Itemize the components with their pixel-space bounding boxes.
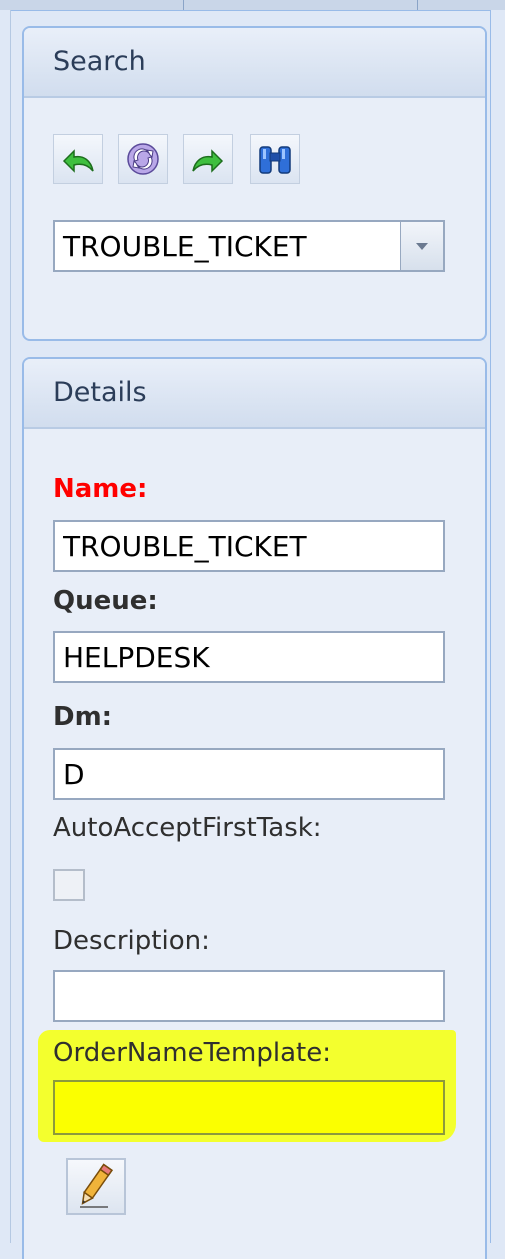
- auto-accept-label: AutoAcceptFirstTask:: [53, 813, 322, 843]
- left-splitter: [0, 10, 11, 1243]
- tab-divider: [183, 0, 184, 10]
- description-field[interactable]: [53, 970, 445, 1022]
- forward-button[interactable]: [183, 134, 233, 184]
- entity-combo[interactable]: TROUBLE_TICKET: [53, 220, 445, 272]
- queue-label: Queue:: [53, 586, 158, 616]
- queue-input[interactable]: [55, 633, 443, 681]
- description-input[interactable]: [55, 972, 443, 1020]
- dm-input[interactable]: [55, 750, 443, 798]
- details-panel-header[interactable]: Details: [24, 359, 485, 429]
- order-name-template-label: OrderNameTemplate:: [53, 1038, 331, 1068]
- dm-label: Dm:: [53, 702, 113, 732]
- chevron-down-icon: [416, 243, 428, 250]
- entity-combo-value: TROUBLE_TICKET: [63, 230, 307, 263]
- name-label: Name:: [53, 474, 148, 504]
- description-label: Description:: [53, 926, 210, 956]
- back-arrow-icon: [62, 149, 94, 173]
- refresh-icon: [127, 143, 159, 175]
- name-input[interactable]: [55, 522, 443, 570]
- top-tab-strip: [0, 0, 505, 11]
- back-button[interactable]: [53, 134, 103, 184]
- binoculars-icon: [259, 146, 291, 174]
- queue-field[interactable]: [53, 631, 445, 683]
- tab-divider: [417, 0, 418, 10]
- forward-arrow-icon: [192, 149, 224, 173]
- refresh-button[interactable]: [118, 134, 168, 184]
- edit-button[interactable]: [66, 1158, 126, 1215]
- pencil-icon: [80, 1163, 113, 1208]
- find-button[interactable]: [250, 134, 300, 184]
- right-splitter: [490, 10, 505, 1243]
- order-name-template-field[interactable]: [53, 1080, 445, 1135]
- dm-field[interactable]: [53, 748, 445, 800]
- search-panel-title: Search: [53, 46, 146, 77]
- details-panel-title: Details: [53, 377, 147, 408]
- name-field[interactable]: [53, 520, 445, 572]
- auto-accept-checkbox[interactable]: [53, 869, 85, 901]
- combo-dropdown-button[interactable]: [400, 222, 443, 270]
- search-panel-header[interactable]: Search: [24, 28, 485, 98]
- order-name-template-input[interactable]: [55, 1082, 443, 1133]
